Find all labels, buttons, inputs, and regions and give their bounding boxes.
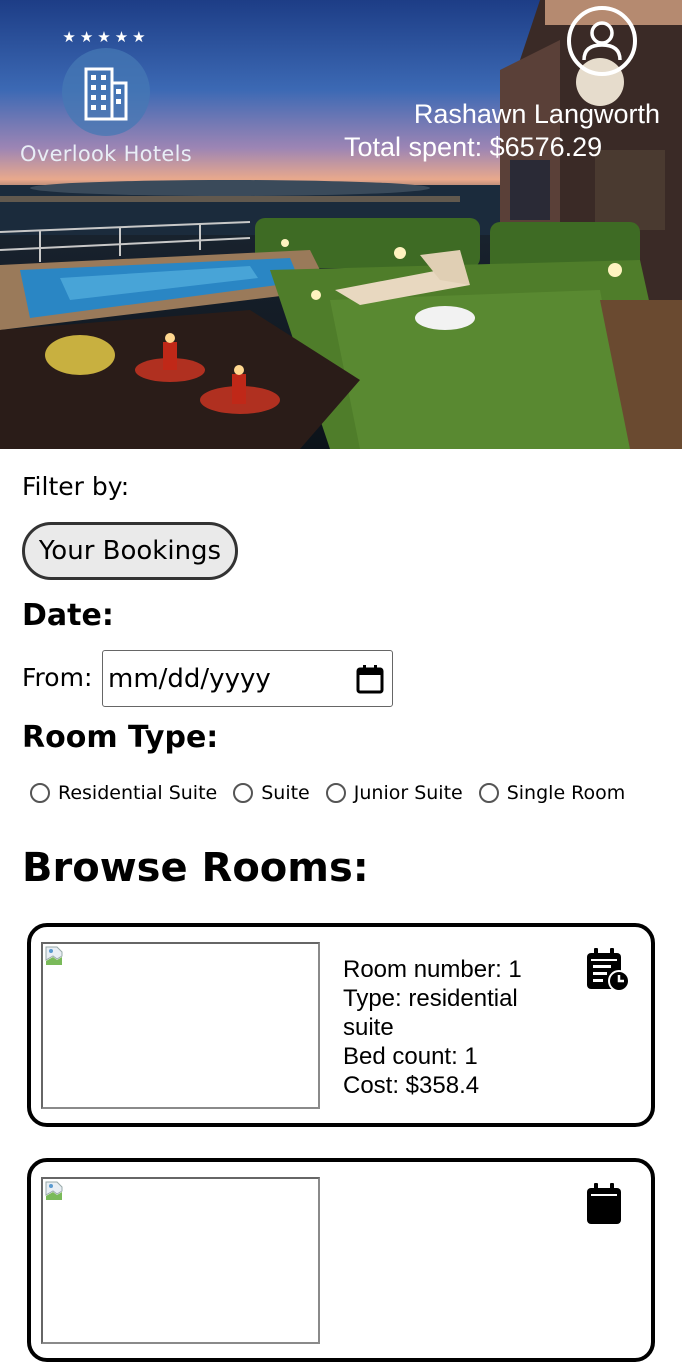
radio-label: Residential Suite	[58, 782, 218, 804]
book-room-calendar-icon[interactable]	[585, 947, 631, 993]
user-account-icon	[582, 21, 622, 61]
room-image	[41, 1177, 320, 1344]
from-date-input[interactable]: mm/dd/yyyy	[102, 650, 393, 707]
logo-badge	[62, 48, 150, 136]
filter-label: Filter by:	[22, 472, 130, 501]
room-type: Type: residential suite	[343, 985, 518, 1041]
radio-button[interactable]	[30, 783, 50, 803]
book-room-calendar-icon[interactable]	[585, 1182, 631, 1228]
user-info: Rashawn Langworth Total spent: $6576.29	[330, 98, 660, 164]
bed-count: Bed count: 1	[343, 1043, 478, 1070]
room-type-options: Residential Suite Suite Junior Suite Sin…	[30, 782, 641, 804]
logo-text: Overlook Hotels	[20, 142, 192, 166]
broken-image-icon	[45, 946, 63, 965]
broken-image-icon	[45, 1181, 63, 1200]
from-label: From:	[22, 663, 93, 692]
room-number: Room number: 1	[343, 956, 522, 983]
room-type-heading: Room Type:	[22, 720, 219, 755]
radio-junior-suite[interactable]: Junior Suite	[325, 782, 463, 804]
room-cost: Cost: $358.4	[343, 1072, 480, 1099]
logo-stars: ★★★★★	[62, 28, 150, 46]
radio-label: Junior Suite	[353, 782, 463, 804]
radio-button[interactable]	[478, 783, 499, 803]
hero-banner: ★★★★★ Overlook Hotels Rashawn Langworth	[0, 0, 682, 449]
radio-button[interactable]	[325, 783, 346, 803]
radio-button[interactable]	[233, 783, 254, 803]
room-card: Room number: 1 Type: residential suite B…	[27, 923, 655, 1127]
room-details: Room number: 1 Type: residential suite B…	[343, 955, 543, 1100]
radio-label: Single Room	[506, 782, 626, 804]
radio-residential-suite[interactable]: Residential Suite	[30, 782, 217, 804]
account-button[interactable]	[567, 6, 637, 76]
total-spent: Total spent: $6576.29	[344, 132, 603, 162]
radio-single-room[interactable]: Single Room	[478, 782, 626, 804]
browse-rooms-heading: Browse Rooms:	[22, 845, 369, 891]
radio-label: Suite	[261, 782, 310, 804]
hotel-building-icon	[84, 67, 128, 121]
hotel-logo[interactable]: ★★★★★ Overlook Hotels	[10, 26, 202, 166]
room-card	[27, 1158, 655, 1362]
radio-suite[interactable]: Suite	[233, 782, 310, 804]
your-bookings-button[interactable]: Your Bookings	[22, 522, 238, 580]
room-image	[41, 942, 320, 1109]
calendar-icon[interactable]	[356, 664, 384, 694]
date-placeholder: mm/dd/yyyy	[108, 663, 271, 694]
date-heading: Date:	[22, 598, 114, 633]
user-name: Rashawn Langworth	[413, 99, 660, 129]
